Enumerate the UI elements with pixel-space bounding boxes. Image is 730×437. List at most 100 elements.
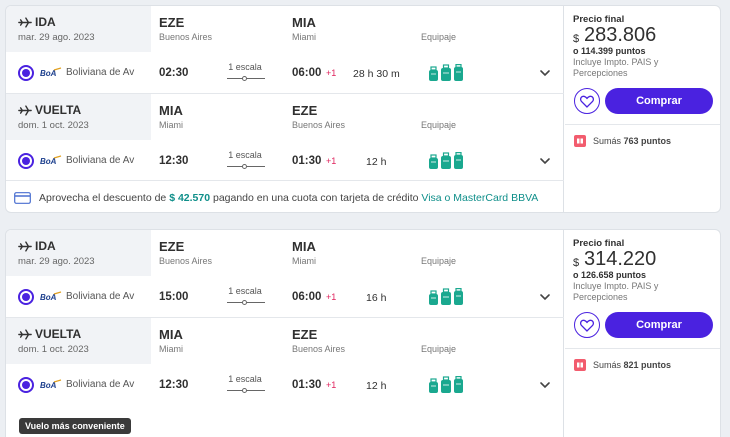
origin-code: EZE xyxy=(159,239,185,254)
destination-code: MIA xyxy=(292,15,316,30)
plane-departure-icon xyxy=(18,241,32,252)
plane-departure-icon xyxy=(18,17,32,28)
flight-duration: 12 h xyxy=(366,156,387,168)
equipment-label: Equipaje xyxy=(421,344,457,354)
airline-logo xyxy=(40,379,62,391)
favorite-button[interactable] xyxy=(574,88,600,114)
leg-type-label: VUELTA xyxy=(35,327,82,341)
plus-days: +1 xyxy=(326,380,337,390)
leg-type-label: VUELTA xyxy=(35,103,82,117)
airline-name: Boliviana de Av xyxy=(66,67,135,78)
earn-points-row: Sumás 821 puntos xyxy=(565,348,720,380)
price-points: o 114.399 puntos xyxy=(573,46,646,56)
airline-name: Boliviana de Av xyxy=(66,379,135,390)
origin-code: MIA xyxy=(159,327,183,342)
flight-offer-card: IDA mar. 29 ago. 2023 EZE Buenos Aires M… xyxy=(5,5,721,213)
stop-dot xyxy=(242,388,247,393)
origin-city: Buenos Aires xyxy=(159,32,213,42)
luggage-icon[interactable] xyxy=(428,64,464,82)
gift-icon xyxy=(574,359,586,371)
earn-prefix: Sumás xyxy=(593,136,624,146)
earn-prefix: Sumás xyxy=(593,360,624,370)
buy-button[interactable]: Comprar xyxy=(605,88,713,114)
stop-dot xyxy=(242,164,247,169)
credit-card-icon xyxy=(14,192,31,204)
plane-return-icon xyxy=(18,105,32,116)
luggage-icon[interactable] xyxy=(428,376,464,394)
stop-dot xyxy=(242,76,247,81)
origin-city: Miami xyxy=(159,120,183,130)
arrival-time: 01:30 xyxy=(292,379,322,391)
price-panel: Precio final $ 283.806 o 114.399 puntos … xyxy=(565,6,720,212)
leg-date: mar. 29 ago. 2023 xyxy=(18,32,95,43)
flight-radio[interactable] xyxy=(18,289,34,305)
plus-days: +1 xyxy=(326,292,337,302)
price-panel: Precio final $ 314.220 o 126.658 puntos … xyxy=(565,230,720,437)
price-includes: Incluye Impto. PAIS y Percepciones xyxy=(573,57,659,78)
stops-label[interactable]: 1 escala xyxy=(224,374,266,384)
offer-legs: IDA mar. 29 ago. 2023 EZE Buenos Aires M… xyxy=(6,6,564,212)
airline-name: Boliviana de Av xyxy=(66,291,135,302)
chevron-down-icon[interactable] xyxy=(539,68,551,78)
leg-header: VUELTA dom. 1 oct. 2023 xyxy=(6,94,151,140)
origin-city: Buenos Aires xyxy=(159,256,213,266)
price-amount: 314.220 xyxy=(584,248,657,270)
luggage-icon[interactable] xyxy=(428,288,464,306)
leg-header: IDA mar. 29 ago. 2023 xyxy=(6,230,151,276)
chevron-down-icon[interactable] xyxy=(539,156,551,166)
flight-duration: 16 h xyxy=(366,292,387,304)
departure-time: 02:30 xyxy=(159,67,189,79)
leg-type-label: IDA xyxy=(35,239,56,253)
leg-header: IDA mar. 29 ago. 2023 xyxy=(6,6,151,52)
chevron-down-icon[interactable] xyxy=(539,292,551,302)
airline-logo xyxy=(40,291,62,303)
heart-icon xyxy=(580,95,594,108)
plus-days: +1 xyxy=(326,156,337,166)
leg-return: VUELTA dom. 1 oct. 2023 MIA Miami EZE Bu… xyxy=(6,317,564,404)
leg-type-label: IDA xyxy=(35,15,56,29)
departure-time: 15:00 xyxy=(159,291,189,303)
flight-radio[interactable] xyxy=(18,65,34,81)
favorite-button[interactable] xyxy=(574,312,600,338)
arrival-time: 01:30 xyxy=(292,155,322,167)
destination-code: EZE xyxy=(292,103,318,118)
leg-return: VUELTA dom. 1 oct. 2023 MIA Miami EZE Bu… xyxy=(6,93,564,180)
leg-outbound: IDA mar. 29 ago. 2023 EZE Buenos Aires M… xyxy=(6,230,564,317)
leg-date: dom. 1 oct. 2023 xyxy=(18,120,89,131)
leg-date: mar. 29 ago. 2023 xyxy=(18,256,95,267)
promo-middle: pagando en una cuota con tarjeta de créd… xyxy=(210,192,422,204)
flight-duration: 12 h xyxy=(366,380,387,392)
chevron-down-icon[interactable] xyxy=(539,380,551,390)
flight-duration: 28 h 30 m xyxy=(353,68,400,80)
price-points: o 126.658 puntos xyxy=(573,270,647,280)
price-includes: Incluye Impto. PAIS y Percepciones xyxy=(573,281,659,302)
stops-label[interactable]: 1 escala xyxy=(224,286,266,296)
airline-logo xyxy=(40,67,62,79)
destination-city: Buenos Aires xyxy=(292,120,346,130)
origin-city: Miami xyxy=(159,344,183,354)
departure-time: 12:30 xyxy=(159,379,189,391)
flight-radio[interactable] xyxy=(18,153,34,169)
promo-banner: Aprovecha el descuento de $ 42.570 pagan… xyxy=(6,180,564,212)
price-currency: $ xyxy=(573,33,580,45)
stops-label[interactable]: 1 escala xyxy=(224,62,266,72)
airline-name: Boliviana de Av xyxy=(66,155,135,166)
leg-header: VUELTA dom. 1 oct. 2023 xyxy=(6,318,151,364)
luggage-icon[interactable] xyxy=(428,152,464,170)
flight-radio[interactable] xyxy=(18,377,34,393)
stops-label[interactable]: 1 escala xyxy=(224,150,266,160)
heart-icon xyxy=(580,319,594,332)
equipment-label: Equipaje xyxy=(421,32,457,42)
gift-icon xyxy=(574,135,586,147)
earn-points-row: Sumás 763 puntos xyxy=(565,124,720,156)
departure-time: 12:30 xyxy=(159,155,189,167)
earn-points: 763 puntos xyxy=(623,136,672,146)
arrival-time: 06:00 xyxy=(292,67,322,79)
plus-days: +1 xyxy=(326,68,337,78)
buy-button[interactable]: Comprar xyxy=(605,312,713,338)
equipment-label: Equipaje xyxy=(421,120,457,130)
promo-cards[interactable]: Visa o MasterCard BBVA xyxy=(421,192,538,204)
airline-logo xyxy=(40,155,62,167)
flight-offer-card: IDA mar. 29 ago. 2023 EZE Buenos Aires M… xyxy=(5,229,721,437)
promo-amount: $ 42.570 xyxy=(169,192,211,204)
